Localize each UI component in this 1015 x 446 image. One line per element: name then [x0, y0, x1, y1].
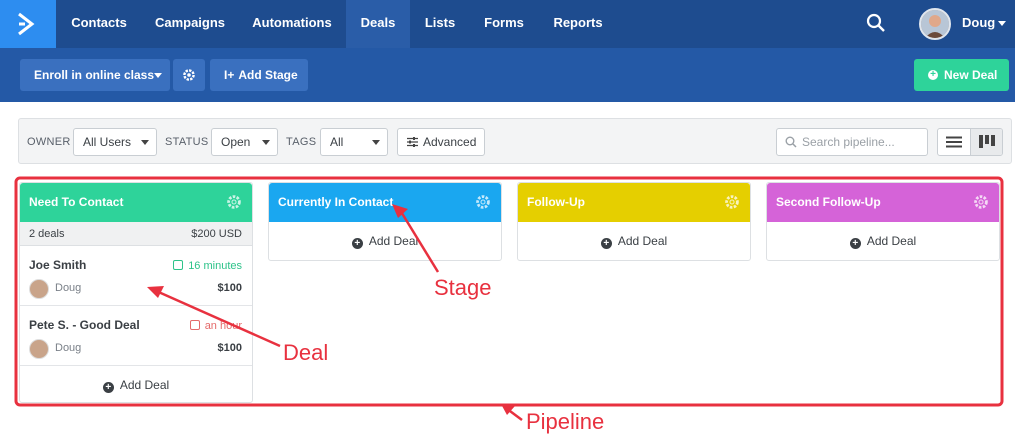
- deal-time-label: 16 minutes: [188, 260, 242, 272]
- search-pipeline-input[interactable]: Search pipeline...: [776, 128, 928, 156]
- stage-title: Second Follow-Up: [776, 195, 881, 209]
- chevron-down-icon: [262, 140, 270, 145]
- status-select[interactable]: Open: [211, 128, 278, 156]
- deal-title: Pete S. - Good Deal: [29, 318, 140, 332]
- nav-automations[interactable]: Automations: [238, 0, 346, 48]
- chevron-down-icon[interactable]: [998, 21, 1006, 26]
- stage-header[interactable]: Need To Contact: [20, 183, 252, 222]
- stage-annotation: Stage: [434, 275, 492, 300]
- deal-time-label: an hour: [204, 320, 242, 332]
- nav-deals[interactable]: Deals: [346, 0, 410, 48]
- stage-header[interactable]: Currently In Contact: [269, 183, 501, 222]
- add-deal-button[interactable]: + Add Deal: [269, 222, 501, 261]
- stage-title: Currently In Contact: [278, 195, 394, 209]
- nav-contacts[interactable]: Contacts: [56, 0, 142, 48]
- checkbox-icon: [173, 260, 184, 270]
- search-placeholder: Search pipeline...: [802, 135, 895, 149]
- tags-select[interactable]: All: [320, 128, 388, 156]
- owner-label: OWNER: [27, 136, 71, 148]
- status-value: Open: [221, 135, 251, 149]
- advanced-button[interactable]: Advanced: [397, 128, 485, 156]
- pipeline-select[interactable]: Enroll in online class: [20, 59, 170, 91]
- stage-total: $200 USD: [191, 228, 242, 240]
- pipeline-arrow: [505, 407, 523, 421]
- deal-value: $100: [217, 282, 242, 294]
- stage-title: Follow-Up: [527, 195, 585, 209]
- deal-owner: Doug: [55, 282, 82, 294]
- deal-owner: Doug: [55, 342, 82, 354]
- gear-icon: [183, 69, 195, 81]
- add-deal-label: Add Deal: [119, 378, 170, 392]
- deal-annotation: Deal: [283, 340, 329, 365]
- advanced-label: Advanced: [423, 135, 477, 149]
- search-icon: [785, 136, 797, 148]
- tags-value: All: [330, 135, 344, 149]
- list-view-icon[interactable]: [938, 129, 971, 155]
- pipeline-select-label: Enroll in online class: [34, 68, 155, 82]
- stage-header[interactable]: Second Follow-Up: [767, 183, 999, 222]
- nav-lists[interactable]: Lists: [410, 0, 470, 48]
- checkbox-icon: [189, 320, 200, 330]
- add-deal-button[interactable]: + Add Deal: [20, 366, 252, 405]
- chevron-down-icon: [154, 73, 162, 78]
- plus-circle-icon: +: [351, 238, 363, 249]
- add-stage-button[interactable]: I+ Add Stage: [210, 59, 308, 91]
- add-deal-label: Add Deal: [368, 234, 419, 248]
- plus-circle-icon: +: [600, 238, 612, 249]
- new-deal-label: New Deal: [944, 68, 998, 82]
- plus-circle-icon: +: [102, 382, 114, 393]
- filter-bar: OWNER All Users STATUS Open TAGS All Adv…: [18, 118, 1012, 164]
- deal-value: $100: [217, 342, 242, 354]
- stage-second-follow-up: Second Follow-Up + Add Deal: [766, 182, 1000, 261]
- logo[interactable]: [0, 0, 56, 48]
- nav-forms[interactable]: Forms: [470, 0, 538, 48]
- stage-need-to-contact: Need To Contact 2 deals $200 USD Joe Smi…: [19, 182, 253, 403]
- avatar: [29, 279, 49, 299]
- new-deal-button[interactable]: + New Deal: [914, 59, 1009, 91]
- chevron-down-icon: [372, 140, 380, 145]
- avatar: [29, 339, 49, 359]
- chevron-down-icon: [141, 140, 149, 145]
- stage-title: Need To Contact: [29, 195, 124, 209]
- deal-card[interactable]: Joe Smith 16 minutes Doug $100: [20, 246, 252, 306]
- stage-currently-in-contact: Currently In Contact + Add Deal: [268, 182, 502, 261]
- plus-circle-icon: +: [928, 70, 938, 80]
- owner-select[interactable]: All Users: [73, 128, 157, 156]
- search-icon[interactable]: [866, 13, 886, 33]
- tags-label: TAGS: [286, 136, 317, 148]
- nav-reports[interactable]: Reports: [538, 0, 618, 48]
- stage-follow-up: Follow-Up + Add Deal: [517, 182, 751, 261]
- chevron-right-icon: [18, 12, 35, 36]
- pipeline-settings-button[interactable]: [173, 59, 205, 91]
- gear-icon[interactable]: [973, 194, 989, 210]
- status-label: STATUS: [165, 136, 209, 148]
- add-deal-button[interactable]: + Add Deal: [767, 222, 999, 261]
- add-deal-button[interactable]: + Add Deal: [518, 222, 750, 261]
- add-stage-label: Add Stage: [238, 68, 298, 82]
- deal-task-time[interactable]: an hour: [189, 320, 242, 332]
- gear-icon[interactable]: [475, 194, 491, 210]
- deal-task-time[interactable]: 16 minutes: [173, 260, 242, 272]
- user-name[interactable]: Doug: [962, 0, 995, 46]
- pipeline-toolbar: Enroll in online class I+ Add Stage + New…: [0, 48, 1015, 102]
- add-deal-label: Add Deal: [866, 234, 917, 248]
- view-toggle: [937, 128, 1003, 156]
- add-stage-icon: I+: [224, 68, 235, 82]
- gear-icon[interactable]: [724, 194, 740, 210]
- board-view-icon[interactable]: [971, 129, 1002, 155]
- stage-summary: 2 deals $200 USD: [20, 222, 252, 246]
- user-avatar[interactable]: [919, 8, 951, 40]
- pipeline-annotation: Pipeline: [526, 409, 605, 434]
- add-deal-label: Add Deal: [617, 234, 668, 248]
- deal-card[interactable]: Pete S. - Good Deal an hour Doug $100: [20, 306, 252, 366]
- sliders-icon: [407, 137, 418, 147]
- deal-count: 2 deals: [29, 228, 65, 240]
- owner-value: All Users: [83, 135, 132, 149]
- deal-title: Joe Smith: [29, 258, 87, 272]
- gear-icon[interactable]: [226, 194, 242, 210]
- plus-circle-icon: +: [849, 238, 861, 249]
- top-nav: Contacts Campaigns Automations Deals Lis…: [0, 0, 1015, 48]
- nav-campaigns[interactable]: Campaigns: [142, 0, 238, 48]
- stage-header[interactable]: Follow-Up: [518, 183, 750, 222]
